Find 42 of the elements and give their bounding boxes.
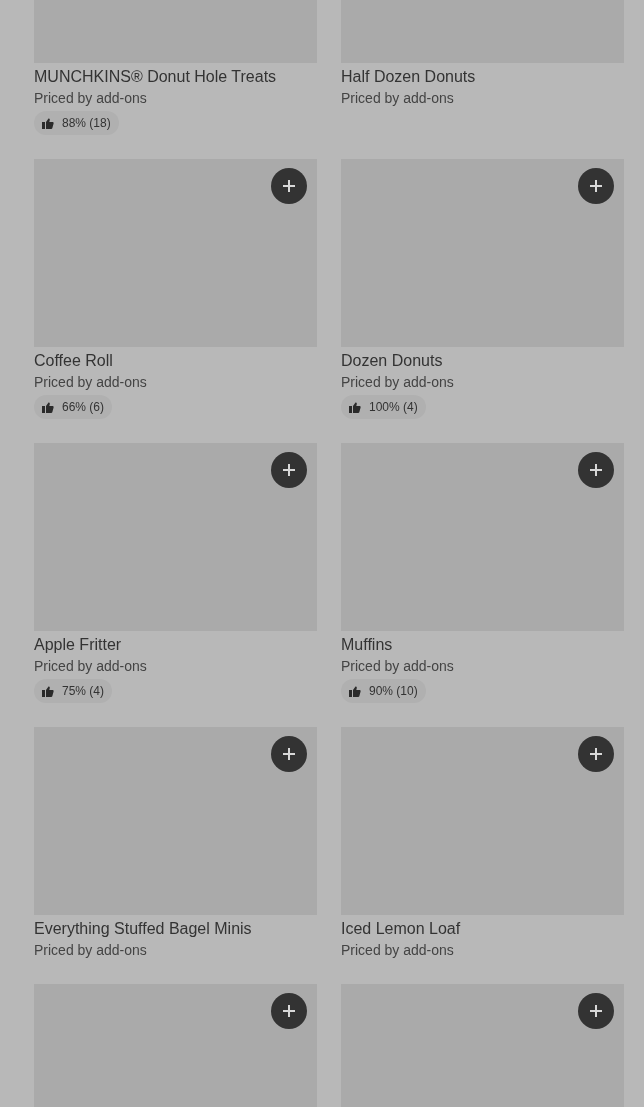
item-price: Priced by add-ons	[34, 657, 147, 676]
item-title: Dozen Donuts	[341, 351, 443, 371]
add-button[interactable]	[578, 452, 614, 488]
rating-text: 100% (4)	[369, 399, 418, 416]
thumbs-up-icon	[349, 401, 361, 413]
rating-text: 66% (6)	[62, 399, 105, 416]
item-title: Muffins	[341, 635, 393, 655]
rating-text: 75% (4)	[62, 683, 105, 700]
plus-icon	[283, 1005, 295, 1017]
thumbs-up-icon	[349, 685, 361, 697]
add-button[interactable]	[271, 993, 307, 1029]
rating-text: 90% (10)	[369, 683, 418, 700]
item-title: MUNCHKINS® Donut Hole Treats	[34, 67, 277, 87]
add-button[interactable]	[271, 168, 307, 204]
item-title: Apple Fritter	[34, 635, 122, 655]
item-price: Priced by add-ons	[341, 657, 454, 676]
thumbs-up-icon	[42, 401, 54, 413]
add-button[interactable]	[578, 993, 614, 1029]
plus-icon	[590, 1005, 602, 1017]
add-button[interactable]	[578, 168, 614, 204]
item-title: Iced Lemon Loaf	[341, 919, 461, 939]
item-title: Everything Stuffed Bagel Minis	[34, 919, 252, 939]
thumbs-up-icon	[42, 685, 54, 697]
item-price: Priced by add-ons	[341, 941, 454, 960]
item-price: Priced by add-ons	[34, 89, 147, 108]
plus-icon	[590, 464, 602, 476]
item-title: Half Dozen Donuts	[341, 67, 476, 87]
plus-icon	[283, 464, 295, 476]
plus-icon	[590, 180, 602, 192]
item-price: Priced by add-ons	[341, 89, 454, 108]
add-button[interactable]	[271, 736, 307, 772]
item-title: Coffee Roll	[34, 351, 113, 371]
item-price: Priced by add-ons	[34, 941, 147, 960]
rating-text: 88% (18)	[62, 115, 111, 132]
plus-icon	[283, 180, 295, 192]
item-price: Priced by add-ons	[341, 373, 454, 392]
plus-icon	[283, 748, 295, 760]
add-button[interactable]	[271, 452, 307, 488]
add-button[interactable]	[578, 736, 614, 772]
thumbs-up-icon	[42, 117, 54, 129]
item-price: Priced by add-ons	[34, 373, 147, 392]
plus-icon	[590, 748, 602, 760]
